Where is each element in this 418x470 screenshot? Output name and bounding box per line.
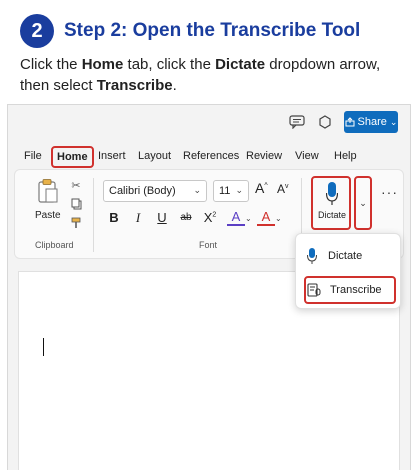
cut-icon[interactable]: ✂ — [69, 178, 83, 192]
font-color-button[interactable]: A — [257, 210, 275, 226]
paste-button[interactable]: Paste — [35, 210, 61, 221]
dictate-label: Dictate — [317, 210, 346, 220]
instruction-dictate: Dictate — [215, 56, 266, 73]
more-options-button[interactable]: ··· — [381, 184, 398, 200]
shrink-font-button[interactable]: Av — [277, 182, 289, 196]
tab-help[interactable]: Help — [334, 150, 357, 162]
share-button[interactable]: Share ⌄ — [344, 111, 398, 133]
chevron-down-icon: ⌄ — [359, 197, 367, 208]
paste-icon[interactable] — [37, 178, 59, 204]
menu-bar: File Home Insert Layout References Revie… — [8, 145, 410, 169]
font-size-value: 11 — [219, 185, 231, 197]
italic-button[interactable]: I — [129, 210, 147, 226]
mic-icon — [325, 182, 339, 211]
chevron-down-icon: ⌄ — [235, 185, 243, 195]
copy-icon[interactable] — [69, 197, 83, 211]
highlight-color-button[interactable]: A — [227, 210, 245, 226]
tab-layout[interactable]: Layout — [138, 150, 171, 162]
title-bar: Share ⌄ — [8, 105, 410, 139]
menu-item-transcribe[interactable]: Transcribe — [304, 276, 396, 304]
font-name-select[interactable]: Calibri (Body) ⌄ — [103, 180, 207, 202]
share-icon — [345, 117, 355, 127]
tab-insert[interactable]: Insert — [98, 150, 126, 162]
menu-item-label: Dictate — [328, 250, 363, 262]
tab-file[interactable]: File — [24, 150, 42, 162]
underline-button[interactable]: U — [153, 210, 171, 225]
share-label: Share — [357, 116, 387, 128]
chevron-down-icon: ⌄ — [193, 185, 201, 195]
instruction-home: Home — [81, 56, 124, 73]
copilot-icon[interactable] — [314, 111, 336, 133]
comments-icon[interactable] — [286, 111, 308, 133]
font-size-select[interactable]: 11 ⌄ — [213, 180, 249, 202]
clipboard-group-label: Clipboard — [35, 240, 74, 250]
grow-font-button[interactable]: A^ — [255, 180, 268, 196]
tab-home[interactable]: Home — [51, 146, 94, 168]
chevron-down-icon: ⌄ — [389, 116, 398, 127]
font-name-value: Calibri (Body) — [109, 185, 176, 197]
word-screenshot: Share ⌄ File Home Insert Layout Referenc… — [7, 104, 411, 470]
tab-view[interactable]: View — [295, 150, 319, 162]
step-title: Step 2: Open the Transcribe Tool — [64, 20, 361, 41]
chevron-down-icon[interactable]: ⌄ — [245, 214, 252, 223]
divider — [93, 178, 94, 252]
chevron-down-icon[interactable]: ⌄ — [275, 214, 282, 223]
step-header: 2 Step 2: Open the Transcribe Tool — [20, 14, 360, 48]
strikethrough-button[interactable]: ab — [177, 212, 195, 223]
transcribe-icon — [306, 283, 322, 297]
superscript-button[interactable]: X2 — [201, 210, 219, 225]
tab-references[interactable]: References — [183, 150, 239, 162]
menu-item-label: Transcribe — [330, 284, 382, 296]
dictate-dropdown-arrow[interactable]: ⌄ — [354, 176, 372, 230]
step-number-badge: 2 — [20, 14, 54, 48]
instruction-transcribe: Transcribe — [96, 77, 173, 94]
menu-item-dictate[interactable]: Dictate — [304, 242, 396, 270]
text-cursor — [43, 338, 44, 356]
dictate-menu: Dictate Transcribe — [295, 233, 401, 309]
mic-icon — [304, 248, 320, 264]
bold-button[interactable]: B — [105, 210, 123, 225]
font-group-label: Font — [199, 240, 218, 250]
instruction-text: Click the Home tab, click the Dictate dr… — [20, 56, 381, 94]
tab-review[interactable]: Review — [246, 150, 282, 162]
format-painter-icon[interactable] — [69, 216, 83, 230]
